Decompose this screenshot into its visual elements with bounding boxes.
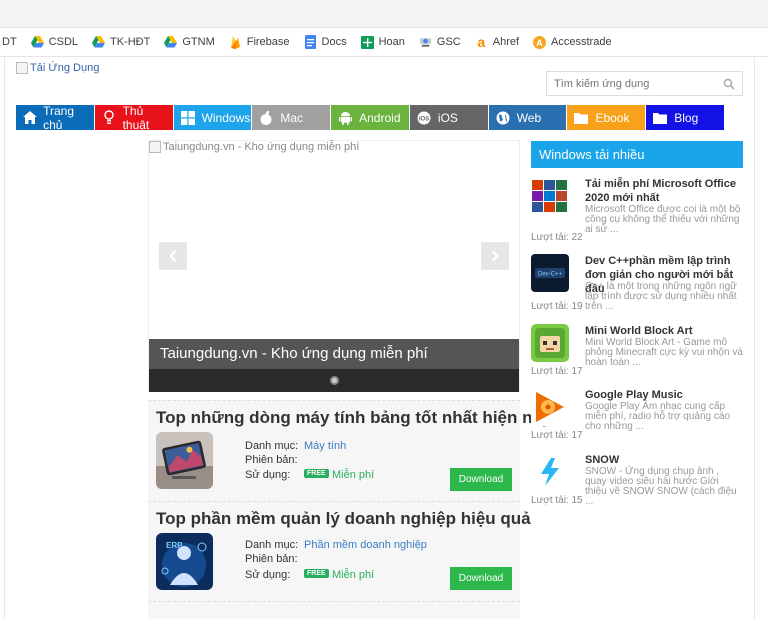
- free-badge: FREE: [304, 569, 329, 578]
- bookmark-docs[interactable]: Docs: [298, 31, 353, 53]
- nav-item-mac[interactable]: Mac: [252, 105, 332, 130]
- bookmark-ahref[interactable]: a Ahref: [469, 31, 525, 53]
- slider-dot-active[interactable]: [329, 376, 339, 385]
- app-thumbnail-snow: [531, 453, 569, 491]
- svg-text:Dev-C++: Dev-C++: [538, 272, 563, 278]
- free-badge: FREE: [304, 469, 329, 478]
- firebase-icon: [229, 36, 242, 49]
- bookmark-dt[interactable]: DT: [0, 31, 23, 53]
- sidebar-heading: Windows tải nhiều: [531, 141, 743, 168]
- bookmark-csdl[interactable]: CSDL: [25, 31, 84, 53]
- app-thumbnail-mini-world: [531, 324, 569, 362]
- bookmark-gtnm[interactable]: GTNM: [158, 31, 220, 53]
- broken-image-icon: [16, 62, 28, 74]
- bookmark-gsc[interactable]: GSC: [413, 31, 467, 53]
- search-console-icon: [419, 36, 432, 49]
- accesstrade-icon: A: [533, 35, 547, 49]
- chevron-right-icon: [491, 250, 499, 262]
- sidebar-item[interactable]: Tải miễn phí Microsoft Office 2020 mới n…: [531, 177, 745, 243]
- post-category-link[interactable]: Máy tính: [304, 440, 346, 452]
- bookmark-tk-hdt[interactable]: TK-HĐT: [86, 31, 156, 53]
- post-item: Top phần mềm quản lý doanh nghiệp hiệu q…: [148, 501, 531, 601]
- post-title[interactable]: Top phần mềm quản lý doanh nghiệp hiệu q…: [156, 509, 531, 529]
- post-item: Top những dòng máy tính bảng tốt nhất hi…: [148, 400, 551, 501]
- ios-icon: iOS: [416, 110, 432, 126]
- nav-item-ebook[interactable]: Ebook: [567, 105, 647, 130]
- download-button[interactable]: Download: [450, 468, 512, 491]
- app-thumbnail-play-music: [531, 388, 569, 426]
- bookmark-hoan[interactable]: Hoan: [355, 31, 411, 53]
- browser-tab-strip: [0, 0, 768, 28]
- post-title[interactable]: Top những dòng máy tính bảng tốt nhất hi…: [156, 408, 551, 428]
- lightbulb-icon: [101, 110, 117, 126]
- windows-icon: [180, 110, 196, 126]
- nav-item-windows[interactable]: Windows: [173, 105, 253, 130]
- bookmark-accesstrade[interactable]: A Accesstrade: [527, 31, 618, 53]
- nav-item-web[interactable]: Web: [488, 105, 568, 130]
- nav-item-blog[interactable]: Blog: [646, 105, 725, 130]
- apple-icon: [258, 110, 274, 126]
- sidebar-item[interactable]: Mini World Block Art Mini World Block Ar…: [531, 324, 745, 378]
- main-nav: Trang chủ Thủ thuật Windows Mac Android …: [16, 104, 725, 132]
- nav-item-android[interactable]: Android: [331, 105, 410, 130]
- search-input[interactable]: [547, 72, 717, 95]
- app-thumbnail-office: [531, 177, 569, 215]
- nav-item-ios[interactable]: iOS iOS: [409, 105, 489, 130]
- featured-slider: Taiungdung.vn - Kho ứng dụng miễn phí Ta…: [148, 140, 520, 392]
- search-box: [546, 71, 743, 96]
- google-sheets-icon: [360, 35, 374, 49]
- post-category-link[interactable]: Phần mềm doanh nghiệp: [304, 539, 427, 551]
- post-item-partial: [148, 601, 520, 619]
- slider-image[interactable]: Taiungdung.vn - Kho ứng dụng miễn phí: [149, 141, 359, 153]
- home-icon: [22, 110, 37, 126]
- google-drive-icon: [92, 36, 106, 49]
- svg-text:iOS: iOS: [419, 116, 429, 122]
- sidebar-item[interactable]: Dev-C++ Dev C++phần mềm lập trình đơn gi…: [531, 254, 745, 312]
- slider-prev-button[interactable]: [159, 242, 187, 270]
- bookmark-firebase[interactable]: Firebase: [223, 31, 296, 53]
- android-icon: [337, 110, 353, 126]
- ahrefs-icon: a: [477, 34, 486, 50]
- bookmarks-bar: DT CSDL TK-HĐT GTNM Firebase Docs Hoan G…: [0, 28, 768, 57]
- slider-next-button[interactable]: [481, 242, 509, 270]
- post-thumbnail-tablet[interactable]: [156, 432, 213, 489]
- nav-item-tips[interactable]: Thủ thuật: [94, 104, 174, 132]
- broken-image-icon: [149, 141, 161, 153]
- google-docs-icon: [304, 35, 317, 49]
- slider-pagination: [149, 369, 519, 392]
- site-logo[interactable]: Tải Ứng Dụng: [16, 62, 99, 74]
- app-thumbnail-devcpp: Dev-C++: [531, 254, 569, 292]
- sidebar-item[interactable]: SNOW SNOW - Ứng dụng chụp ảnh , quay vid…: [531, 453, 745, 508]
- post-thumbnail-erp[interactable]: ERP: [156, 533, 213, 590]
- folder-icon: [573, 110, 589, 126]
- google-drive-icon: [30, 36, 44, 49]
- globe-icon: [495, 110, 511, 126]
- sidebar-item[interactable]: Google Play Music Google Play Âm nhạc cu…: [531, 388, 745, 442]
- svg-text:A: A: [536, 38, 543, 48]
- chevron-left-icon: [169, 250, 177, 262]
- search-icon[interactable]: [723, 78, 735, 90]
- download-button[interactable]: Download: [450, 567, 512, 590]
- slider-caption[interactable]: Taiungdung.vn - Kho ứng dụng miễn phí: [149, 339, 519, 369]
- svg-text:ERP: ERP: [166, 541, 183, 550]
- folder-icon: [652, 110, 668, 126]
- nav-item-home[interactable]: Trang chủ: [16, 104, 95, 132]
- google-drive-icon: [164, 36, 178, 49]
